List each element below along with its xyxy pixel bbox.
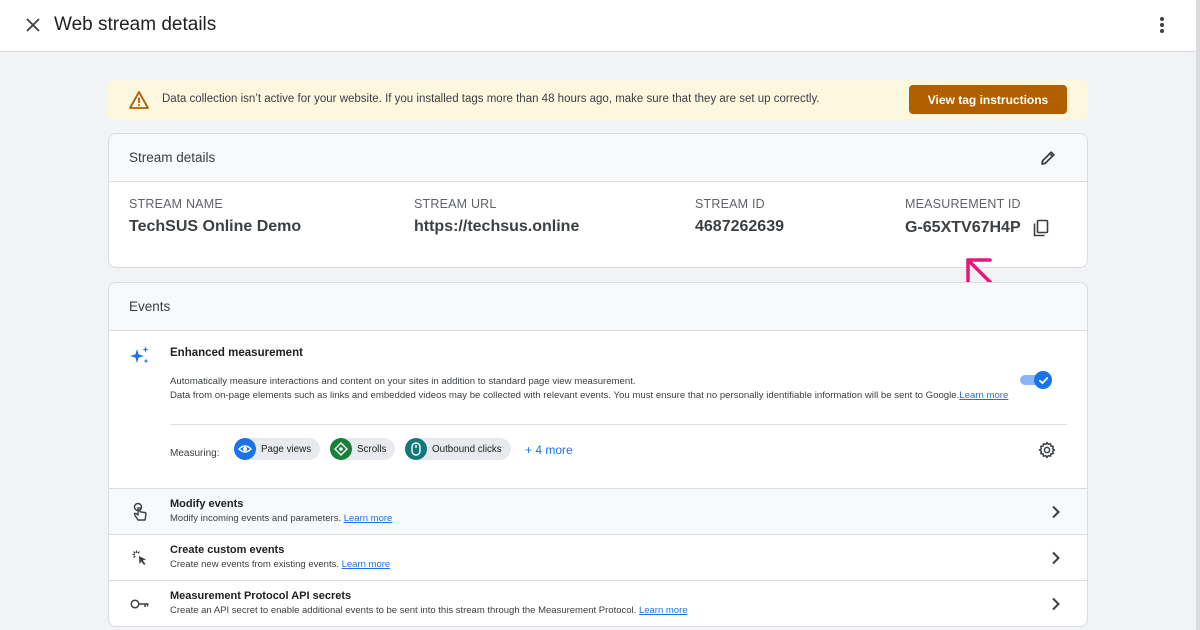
scroll-icon: [330, 438, 352, 460]
eye-icon: [234, 438, 256, 460]
enhanced-description-line2-text: Data from on-page elements such as links…: [170, 389, 960, 401]
enhanced-measurement-description: Automatically measure interactions and c…: [170, 375, 1020, 402]
more-vert-icon[interactable]: [1152, 14, 1172, 36]
create-custom-events-title: Create custom events: [170, 544, 285, 556]
sparkle-icon: [130, 346, 149, 364]
chip-label: Page views: [261, 443, 312, 455]
chip-label: Outbound clicks: [432, 443, 502, 455]
stream-details-header: Stream details: [109, 134, 1087, 182]
row-subtitle-text: Modify incoming events and parameters.: [170, 513, 342, 524]
banner-message: Data collection isn’t active for your we…: [162, 93, 820, 105]
learn-more-link[interactable]: Learn more: [342, 559, 391, 570]
stream-id-label: STREAM ID: [695, 197, 765, 211]
modify-events-row[interactable]: Modify events Modify incoming events and…: [109, 489, 1087, 535]
close-icon[interactable]: [22, 14, 44, 36]
key-icon: [129, 593, 151, 615]
enhanced-description-line1: Automatically measure interactions and c…: [170, 376, 636, 387]
stream-details-title: Stream details: [129, 150, 216, 165]
stream-details-card: Stream details STREAM NAME TechSUS Onlin…: [108, 133, 1088, 268]
chip-scrolls[interactable]: Scrolls: [330, 438, 396, 460]
view-tag-instructions-button[interactable]: View tag instructions: [909, 85, 1067, 114]
enhanced-measurement-section: Enhanced measurement Automatically measu…: [109, 331, 1087, 489]
measurement-protocol-subtitle: Create an API secret to enable additiona…: [170, 605, 688, 616]
chip-outbound-clicks[interactable]: Outbound clicks: [405, 438, 511, 460]
modify-events-title: Modify events: [170, 498, 244, 510]
measurement-protocol-row[interactable]: Measurement Protocol API secrets Create …: [109, 581, 1087, 626]
top-app-bar: Web stream details: [0, 0, 1196, 52]
measurement-protocol-title: Measurement Protocol API secrets: [170, 590, 352, 602]
modify-events-subtitle: Modify incoming events and parameters. L…: [170, 513, 392, 524]
stream-url-text: https://techsus.online: [414, 218, 580, 235]
enhanced-measurement-toggle[interactable]: [1020, 371, 1052, 389]
stream-name-text: TechSUS Online Demo: [129, 218, 302, 235]
stream-url-label: STREAM URL: [414, 197, 497, 211]
touch-icon: [129, 501, 151, 523]
stream-url-value: https://techsus.online: [414, 218, 579, 236]
events-card: Events Enhanced measurement Automaticall…: [108, 282, 1088, 627]
stream-id-value: 4687262639: [695, 218, 784, 236]
measurement-id-field: MEASUREMENT ID G-65XTV67H4P: [905, 197, 1051, 238]
measurement-id-text[interactable]: G-65XTV67H4P: [905, 219, 1021, 237]
chevron-right-icon: [1045, 594, 1065, 614]
page-title: Web stream details: [54, 14, 217, 35]
measurement-id-value: G-65XTV67H4P: [905, 218, 1051, 238]
copy-icon[interactable]: [1031, 218, 1051, 238]
cursor-click-icon: [129, 547, 151, 569]
mouse-icon: [405, 438, 427, 460]
stream-id-field: STREAM ID 4687262639: [695, 197, 784, 236]
stream-name-field: STREAM NAME TechSUS Online Demo: [129, 197, 301, 236]
stream-name-label: STREAM NAME: [129, 197, 223, 211]
warning-banner: Data collection isn’t active for your we…: [108, 80, 1088, 120]
stream-details-body: STREAM NAME TechSUS Online Demo STREAM U…: [109, 182, 1087, 267]
chevron-right-icon: [1045, 548, 1065, 568]
enhanced-measurement-title: Enhanced measurement: [170, 347, 303, 359]
create-custom-events-subtitle: Create new events from existing events. …: [170, 559, 390, 570]
chevron-right-icon: [1045, 502, 1065, 522]
learn-more-link[interactable]: Learn more: [959, 390, 1008, 401]
events-title: Events: [129, 299, 171, 314]
warning-icon: [129, 91, 149, 109]
stream-id-text: 4687262639: [695, 218, 784, 235]
scrollbar[interactable]: [1196, 0, 1200, 630]
stream-name-value: TechSUS Online Demo: [129, 218, 301, 236]
create-custom-events-row[interactable]: Create custom events Create new events f…: [109, 535, 1087, 581]
enhanced-description-line2: Data from on-page elements such as links…: [170, 389, 1020, 403]
chip-label: Scrolls: [357, 443, 387, 455]
events-header: Events: [109, 283, 1087, 331]
gear-icon[interactable]: [1037, 440, 1057, 460]
divider: [170, 424, 1067, 425]
measurement-id-label: MEASUREMENT ID: [905, 197, 1021, 211]
edit-icon[interactable]: [1037, 147, 1059, 169]
check-icon: [1034, 371, 1052, 389]
row-subtitle-text: Create new events from existing events.: [170, 559, 339, 570]
row-subtitle-text: Create an API secret to enable additiona…: [170, 605, 637, 616]
learn-more-link[interactable]: Learn more: [639, 605, 688, 616]
chip-page-views[interactable]: Page views: [234, 438, 321, 460]
stream-url-field: STREAM URL https://techsus.online: [414, 197, 579, 236]
learn-more-link[interactable]: Learn more: [344, 513, 393, 524]
more-measurements-link[interactable]: + 4 more: [525, 443, 573, 457]
measuring-label: Measuring:: [170, 448, 220, 459]
